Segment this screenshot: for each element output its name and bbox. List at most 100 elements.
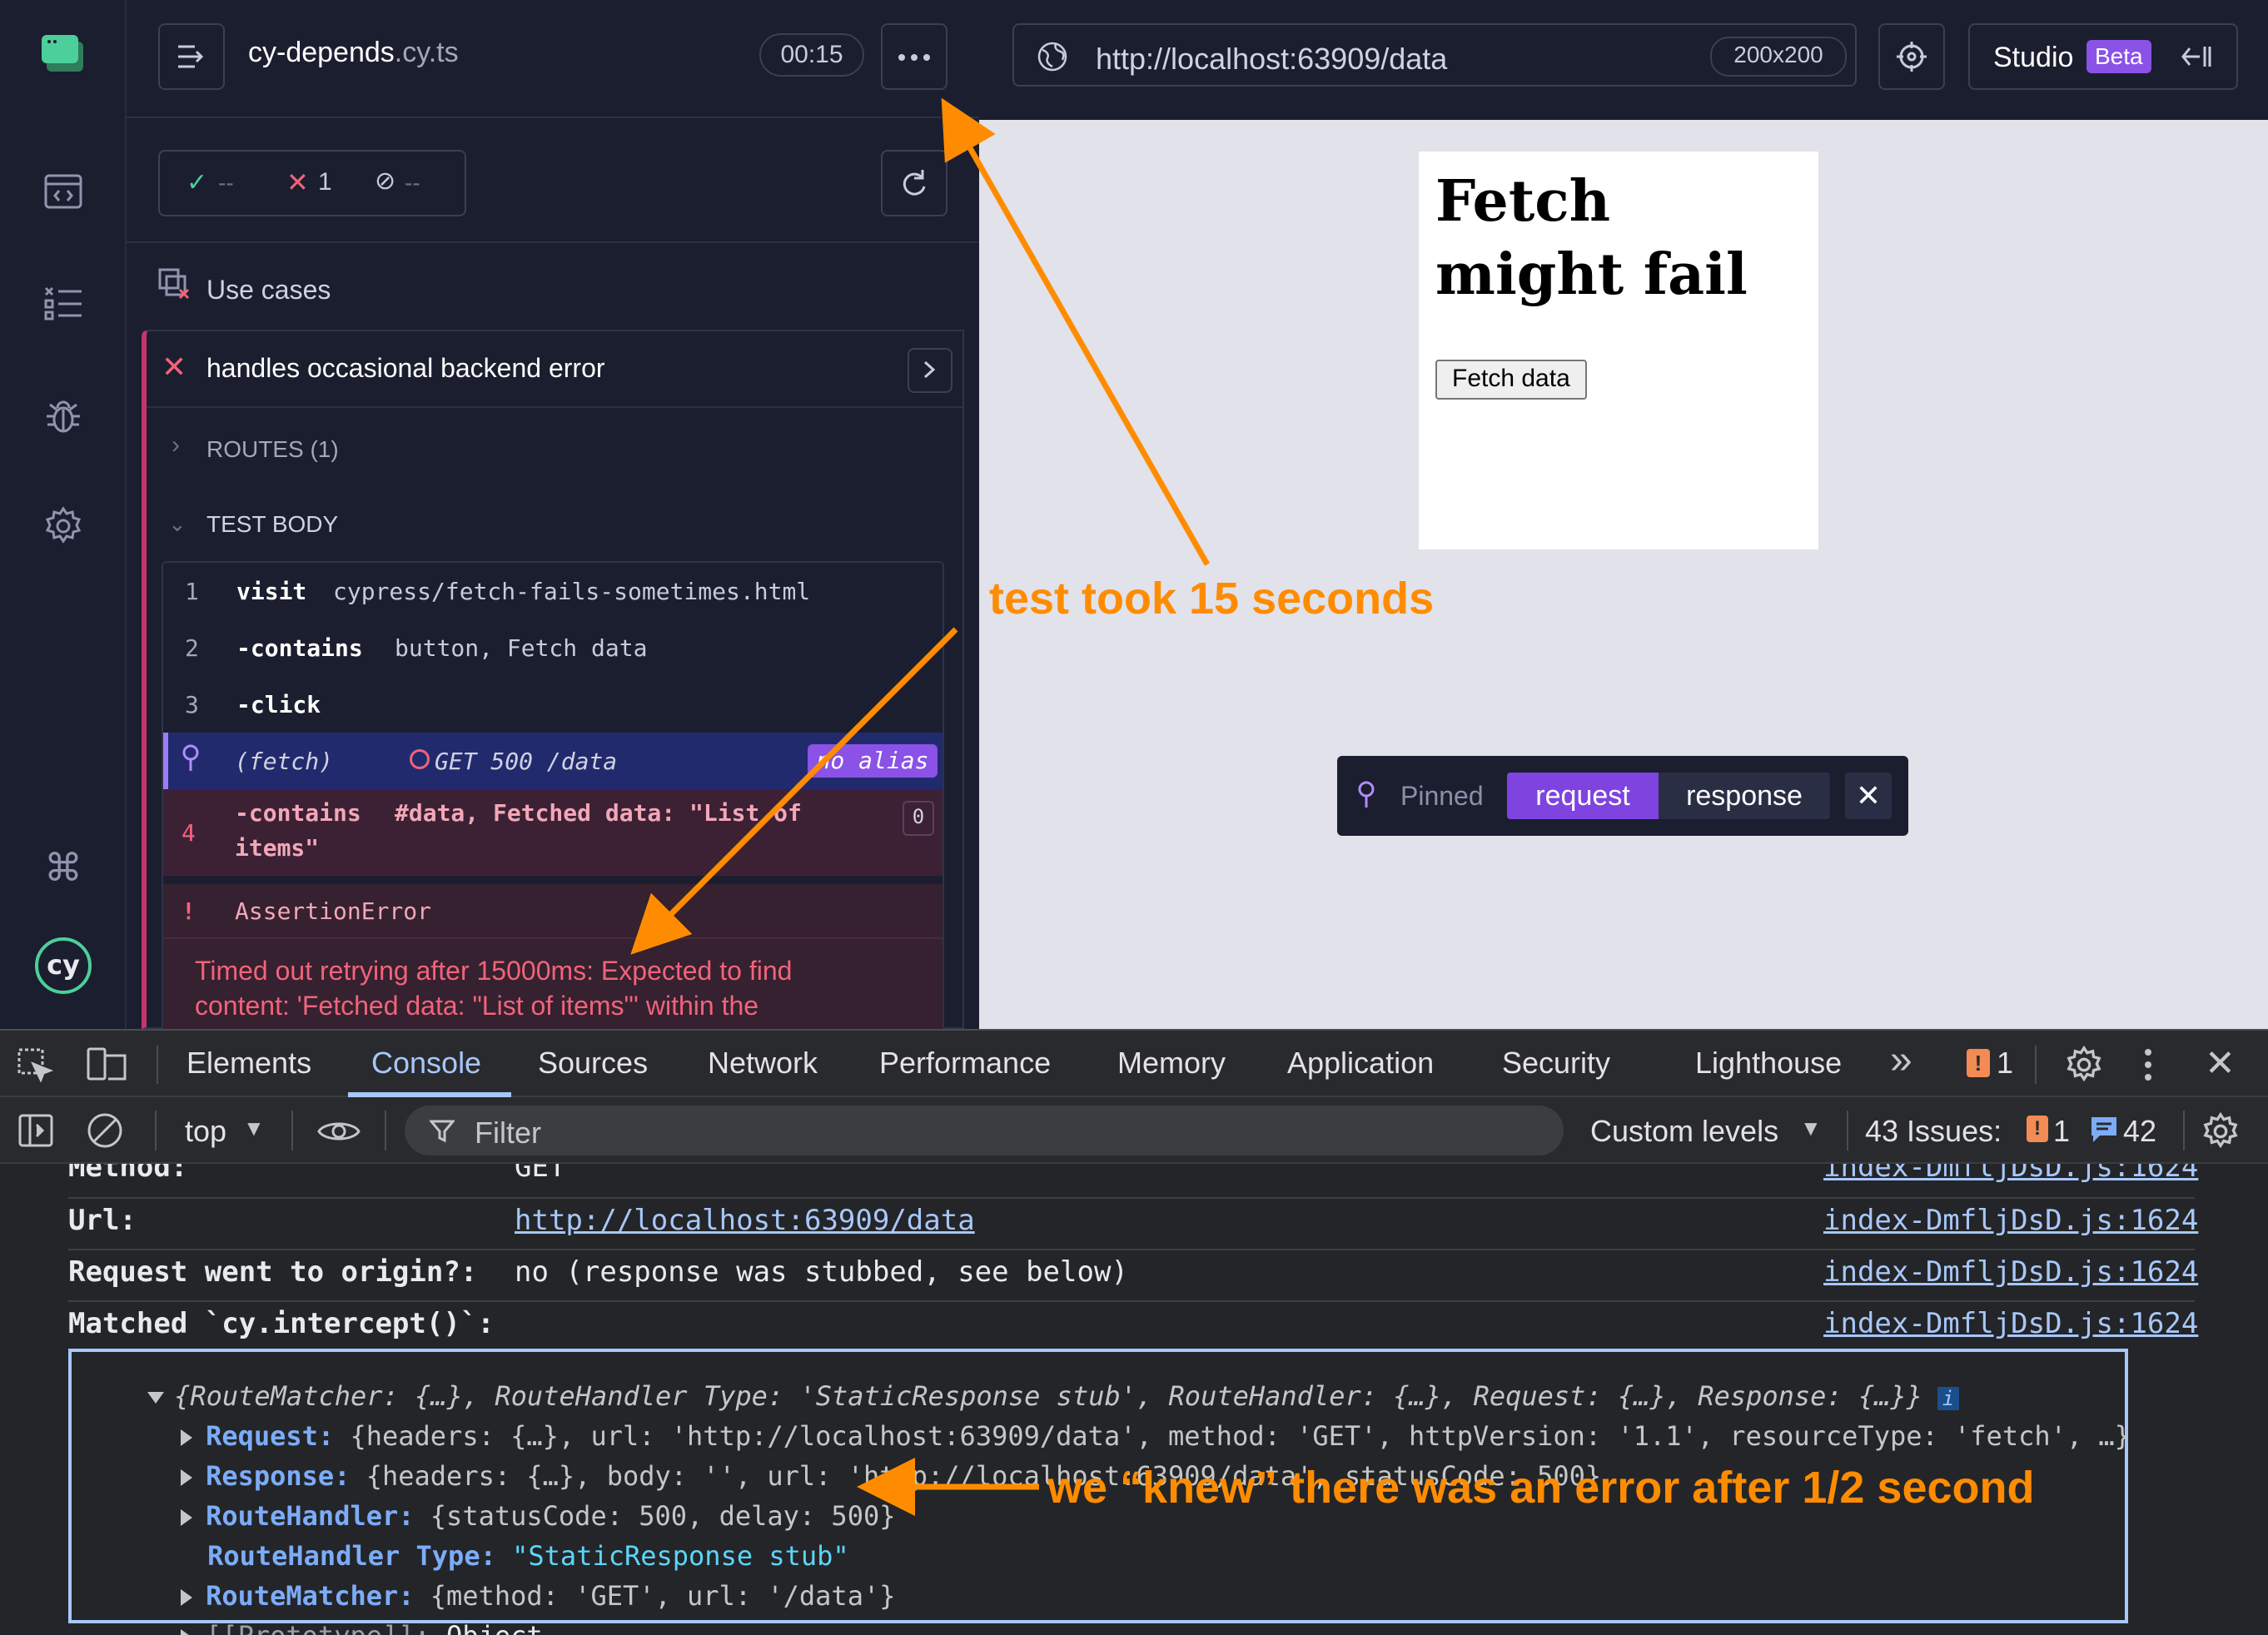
tab-security[interactable]: Security [1502, 1046, 1610, 1081]
source-link[interactable]: index-DmfljDsD.js:1624 [1823, 1307, 2198, 1340]
devtools-tab-bar: Elements Console Sources Network Perform… [0, 1029, 2268, 1097]
test-stats: ✓ -- ✕ 1 ⊘ -- [158, 150, 466, 216]
url-bar[interactable]: http://localhost:63909/data 200x200 [1012, 23, 1857, 87]
tab-console[interactable]: Console [371, 1046, 481, 1081]
live-expression-eye-icon[interactable] [316, 1117, 361, 1150]
dropdown-caret-icon: ▼ [243, 1116, 265, 1141]
divider [68, 1249, 2195, 1250]
inspect-element-icon[interactable] [17, 1047, 54, 1086]
divider [127, 117, 979, 118]
fetch-label: (fetch) [235, 748, 334, 775]
command-row[interactable]: 3 -click [165, 676, 914, 733]
fetch-message: GET 500 /data [435, 748, 618, 775]
command-message: #data, Fetched data: "List of [395, 799, 802, 827]
url-label: Url: [68, 1204, 137, 1237]
test-header[interactable]: ✕ handles occasional backend error [147, 331, 962, 406]
app-iframe: Fetch might fail Fetch data [1419, 152, 1818, 549]
annotation-knew-error: we “knew” there was an error after 1/2 s… [1047, 1463, 2035, 1513]
command-message-continued: items" [235, 834, 320, 862]
divider [291, 1111, 293, 1150]
selector-playground-button[interactable] [1878, 23, 1945, 90]
routes-toggle[interactable]: › ROUTES (1) [147, 423, 962, 473]
device-toolbar-icon[interactable] [87, 1047, 128, 1086]
origin-label: Request went to origin?: [68, 1255, 478, 1289]
cypress-cy-logo: cy [33, 936, 93, 996]
tab-memory[interactable]: Memory [1117, 1046, 1226, 1081]
error-exclamation-icon: ! [182, 897, 196, 925]
divider [157, 1046, 158, 1084]
spec-ext: .cy.ts [394, 37, 459, 68]
failed-count: 1 [318, 168, 332, 196]
source-link[interactable]: index-DmfljDsD.js:1624 [1823, 1164, 2198, 1184]
more-tabs-icon[interactable]: » [1890, 1037, 1912, 1083]
source-link[interactable]: index-DmfljDsD.js:1624 [1823, 1255, 2198, 1289]
studio-button[interactable]: Studio Beta [1968, 23, 2238, 90]
tab-elements[interactable]: Elements [187, 1046, 311, 1081]
source-link[interactable]: index-DmfljDsD.js:1624 [1823, 1204, 2198, 1237]
sidebar-toggle-icon[interactable] [18, 1114, 53, 1151]
test-body-label: TEST BODY [206, 511, 339, 537]
pin-icon [182, 744, 200, 777]
method-value: GET [515, 1164, 566, 1184]
issues-label[interactable]: 43 Issues: [1865, 1114, 2002, 1149]
specs-icon[interactable] [33, 162, 93, 221]
viewport-badge[interactable]: 200x200 [1710, 37, 1847, 77]
duration-badge: 00:15 [759, 33, 864, 77]
close-devtools-icon[interactable]: ✕ [2205, 1042, 2236, 1085]
tab-lighthouse[interactable]: Lighthouse [1695, 1046, 1842, 1081]
failed-command-row[interactable]: 4 -contains #data, Fetched data: "List o… [163, 789, 943, 876]
tab-performance[interactable]: Performance [879, 1046, 1051, 1081]
request-tab[interactable]: request [1507, 773, 1659, 819]
method-label: Method: [68, 1164, 188, 1184]
tab-application[interactable]: Application [1287, 1046, 1434, 1081]
tab-sources[interactable]: Sources [538, 1046, 648, 1081]
svg-text:cy: cy [47, 949, 80, 981]
spec-name: cy-depends [248, 37, 395, 68]
toggle-specs-button[interactable] [158, 23, 225, 90]
error-message-line-2: content: 'Fetched data: "List of items"'… [195, 991, 759, 1021]
settings-gear-icon[interactable] [33, 496, 93, 556]
divider [2035, 1046, 2037, 1084]
more-options-button[interactable] [881, 23, 947, 90]
error-badge-icon[interactable]: ! [1967, 1049, 1990, 1077]
divider [127, 241, 979, 243]
divider [68, 1197, 2195, 1199]
open-in-ide-button[interactable] [908, 348, 952, 393]
clear-console-icon[interactable] [87, 1112, 123, 1153]
test-body-toggle[interactable]: ⌄ TEST BODY [147, 498, 962, 548]
page-heading: Fetch might fail [1435, 168, 1748, 308]
fetch-data-button[interactable]: Fetch data [1435, 360, 1587, 400]
passed-count: -- [218, 170, 234, 196]
fetch-row-pinned[interactable]: (fetch) GET 500 /data no alias [163, 733, 943, 789]
command-name: -click [236, 690, 321, 718]
response-tab[interactable]: response [1659, 773, 1830, 819]
console-settings-gear-icon[interactable] [2201, 1111, 2240, 1155]
devtools-settings-gear-icon[interactable] [2065, 1045, 2103, 1088]
command-row[interactable]: 2 -contains button, Fetch data [165, 619, 914, 676]
chevron-right-icon: › [172, 431, 180, 459]
rerun-button[interactable] [881, 150, 947, 216]
alias-badge: no alias [808, 744, 938, 778]
context-selector[interactable]: top [185, 1114, 226, 1149]
error-panel: ! AssertionError Timed out retrying afte… [163, 884, 943, 1029]
kebab-menu-icon[interactable] [2143, 1047, 2153, 1086]
dropdown-caret-icon: ▼ [1800, 1116, 1822, 1141]
prototype-row[interactable]: [[Prototype]]: Object [117, 1588, 543, 1635]
runs-icon[interactable] [33, 273, 93, 333]
log-levels-dropdown[interactable]: Custom levels [1590, 1114, 1778, 1149]
divider [68, 1300, 2195, 1302]
filter-input[interactable]: Filter [405, 1106, 1564, 1155]
console-toolbar: top ▼ Filter Custom levels ▼ 43 Issues: … [0, 1097, 2268, 1164]
matched-label: Matched `cy.intercept()`: [68, 1307, 495, 1340]
tab-network[interactable]: Network [708, 1046, 818, 1081]
debug-bug-icon[interactable] [33, 386, 93, 446]
command-row[interactable]: 1 visit cypress/fetch-fails-sometimes.ht… [165, 563, 914, 619]
cypress-app-logo[interactable] [33, 23, 93, 83]
close-pinned-icon[interactable]: ✕ [1845, 773, 1892, 819]
annotation-test-took: test took 15 seconds [989, 574, 1435, 624]
suite-title: Use cases [206, 275, 331, 305]
element-count-badge: 0 [903, 801, 934, 836]
passed-check-icon: ✓ [187, 169, 208, 196]
keyboard-shortcuts-icon[interactable]: ⌘ [33, 837, 93, 897]
url-link[interactable]: http://localhost:63909/data [515, 1204, 975, 1237]
